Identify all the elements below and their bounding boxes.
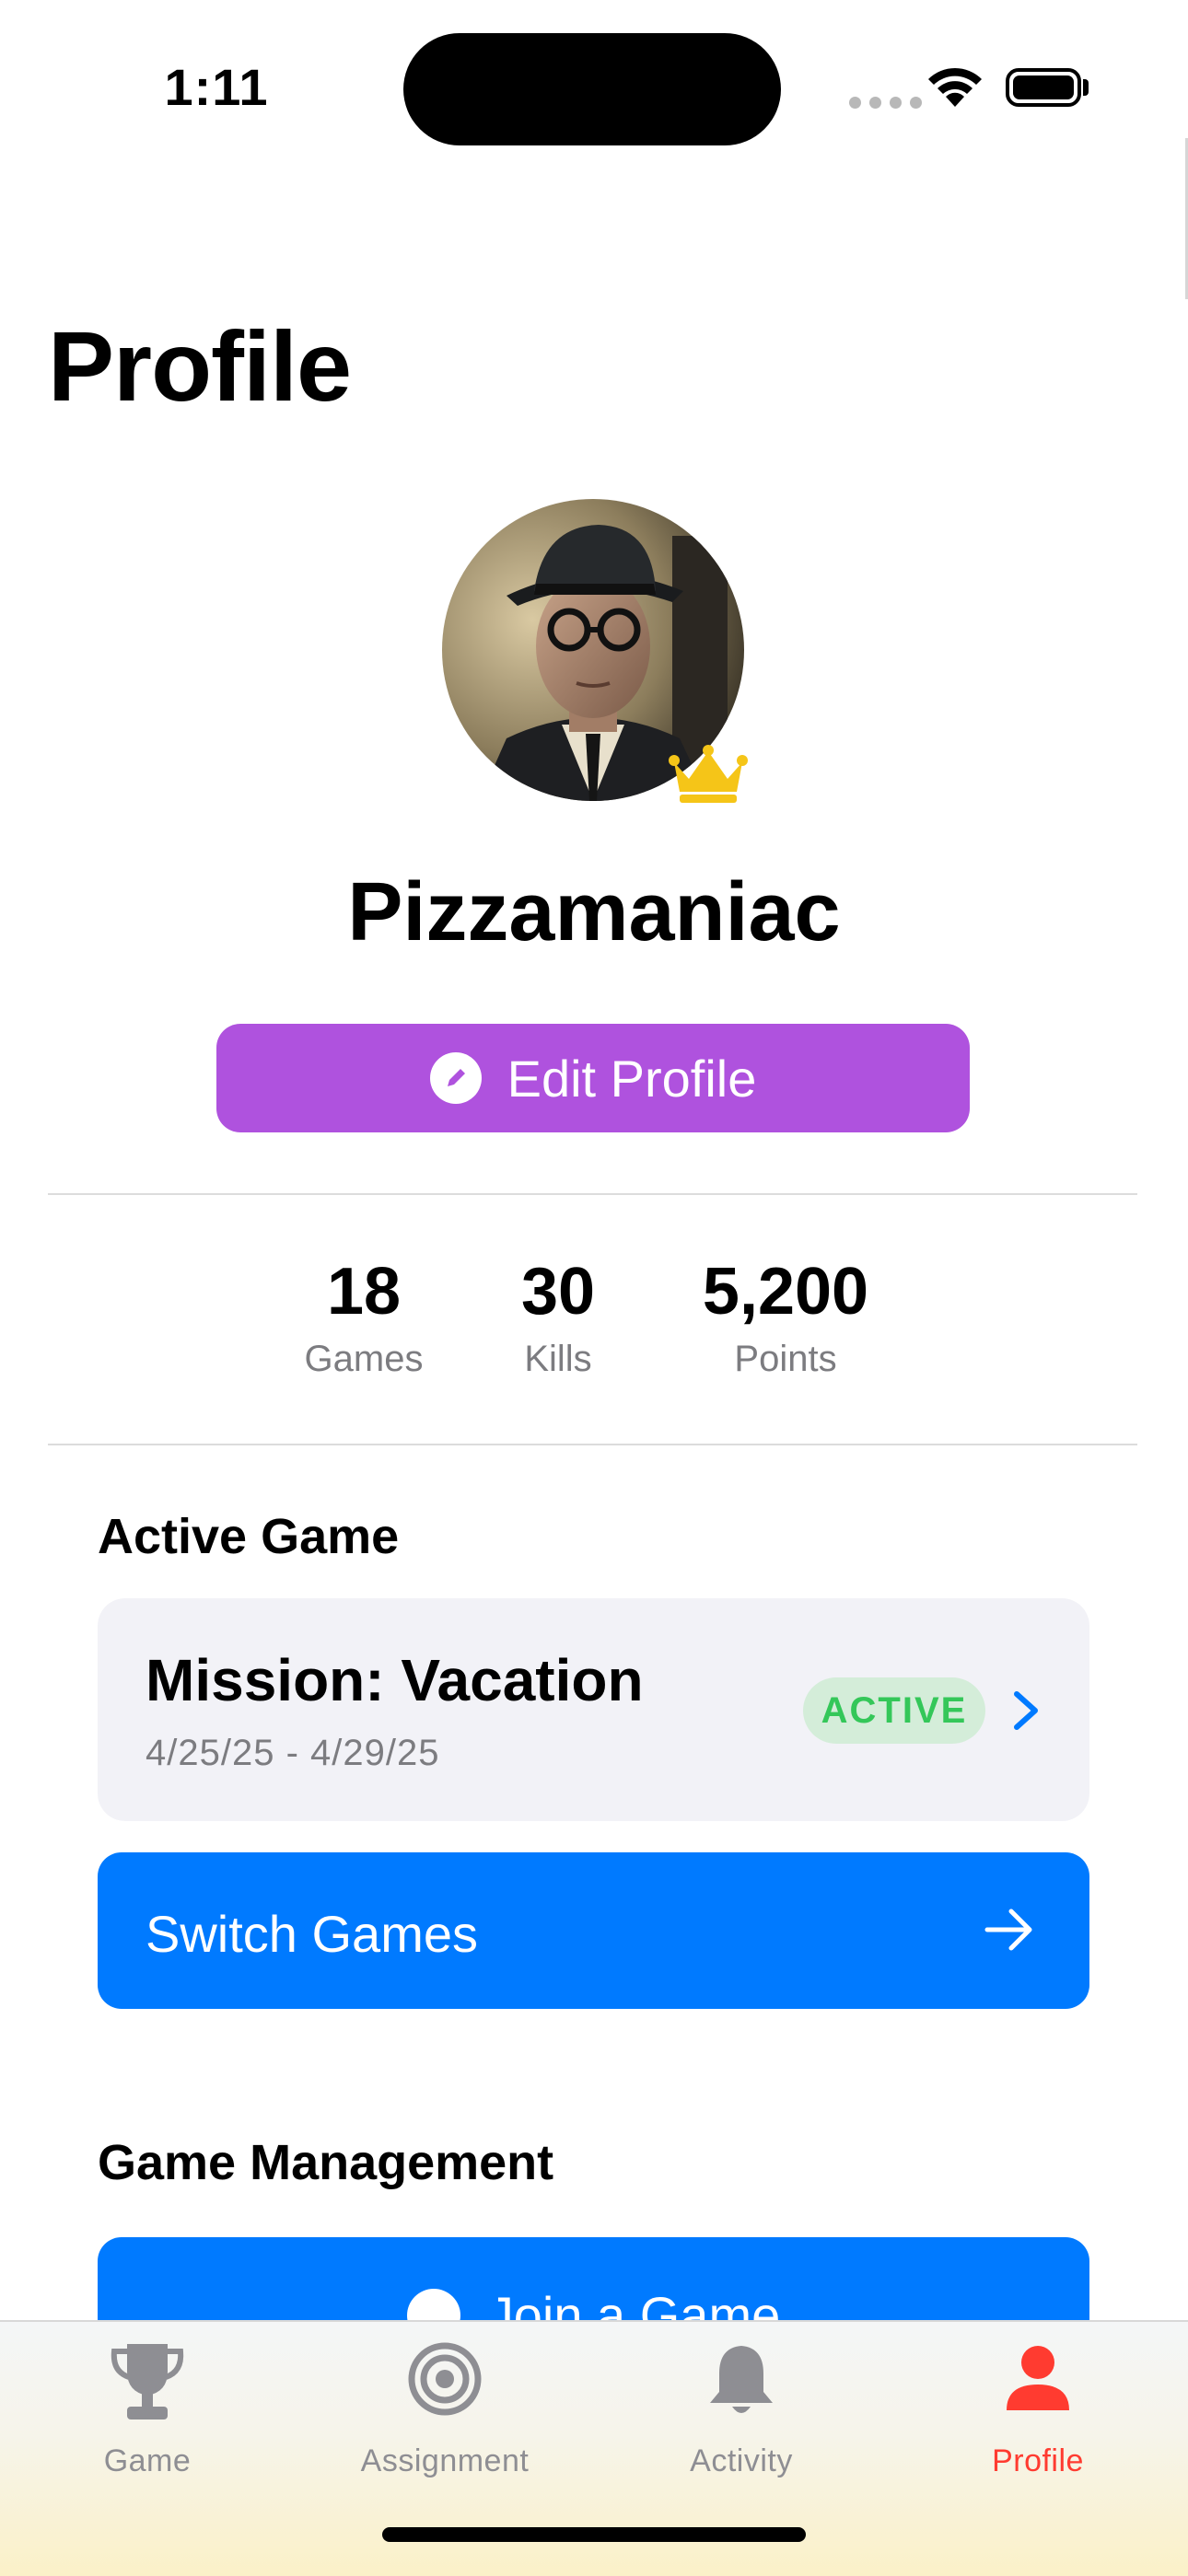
- tab-label: Profile: [992, 2443, 1084, 2478]
- stat-label: Points: [734, 1339, 837, 1379]
- person-icon: [891, 2340, 1185, 2414]
- stat-games: 18 Games: [290, 1254, 437, 1380]
- switch-games-button[interactable]: Switch Games: [98, 1852, 1089, 2009]
- tab-label: Activity: [690, 2443, 793, 2478]
- edit-profile-button[interactable]: Edit Profile: [216, 1024, 970, 1132]
- active-game-card[interactable]: Mission: Vacation 4/25/25 - 4/29/25 ACTI…: [98, 1598, 1089, 1821]
- tab-label: Game: [103, 2443, 192, 2478]
- stat-value: 5,200: [702, 1255, 869, 1329]
- tab-game[interactable]: Game: [0, 2322, 295, 2488]
- battery-icon: [1006, 68, 1081, 107]
- status-badge: ACTIVE: [803, 1677, 985, 1744]
- tab-profile[interactable]: Profile: [891, 2322, 1185, 2488]
- edit-profile-label: Edit Profile: [507, 1049, 757, 1108]
- wifi-icon: [926, 64, 984, 113]
- dynamic-island: [403, 33, 781, 145]
- chevron-right-icon: [1009, 1688, 1042, 1737]
- username: Pizzamaniac: [347, 866, 841, 958]
- active-game-title: Active Game: [98, 1509, 400, 1564]
- arrow-right-icon: [982, 1904, 1037, 1960]
- status-time: 1:11: [164, 58, 269, 116]
- target-icon: [297, 2340, 592, 2418]
- tab-label: Assignment: [360, 2443, 530, 2478]
- trophy-icon: [0, 2340, 295, 2423]
- divider: [48, 1193, 1137, 1195]
- home-indicator: [382, 2527, 806, 2542]
- game-management-title: Game Management: [98, 2135, 554, 2190]
- bell-icon: [594, 2340, 889, 2419]
- stat-label: Games: [304, 1339, 424, 1379]
- pencil-icon: [429, 1052, 482, 1104]
- game-dates: 4/25/25 - 4/29/25: [146, 1733, 440, 1773]
- switch-games-label: Switch Games: [146, 1905, 478, 1963]
- stat-value: 18: [326, 1255, 402, 1329]
- divider: [48, 1444, 1137, 1445]
- crown-icon: [669, 744, 748, 809]
- tab-activity[interactable]: Activity: [594, 2322, 889, 2488]
- stat-label: Kills: [524, 1339, 592, 1379]
- tab-assignment[interactable]: Assignment: [297, 2322, 592, 2488]
- page-title: Profile: [48, 310, 352, 422]
- cellular-signal-icon: [849, 97, 922, 109]
- stat-value: 30: [520, 1255, 596, 1329]
- game-name: Mission: Vacation: [146, 1647, 644, 1713]
- battery-tip: [1083, 79, 1089, 96]
- stat-kills: 30 Kills: [484, 1254, 632, 1380]
- stat-points: 5,200 Points: [670, 1254, 901, 1380]
